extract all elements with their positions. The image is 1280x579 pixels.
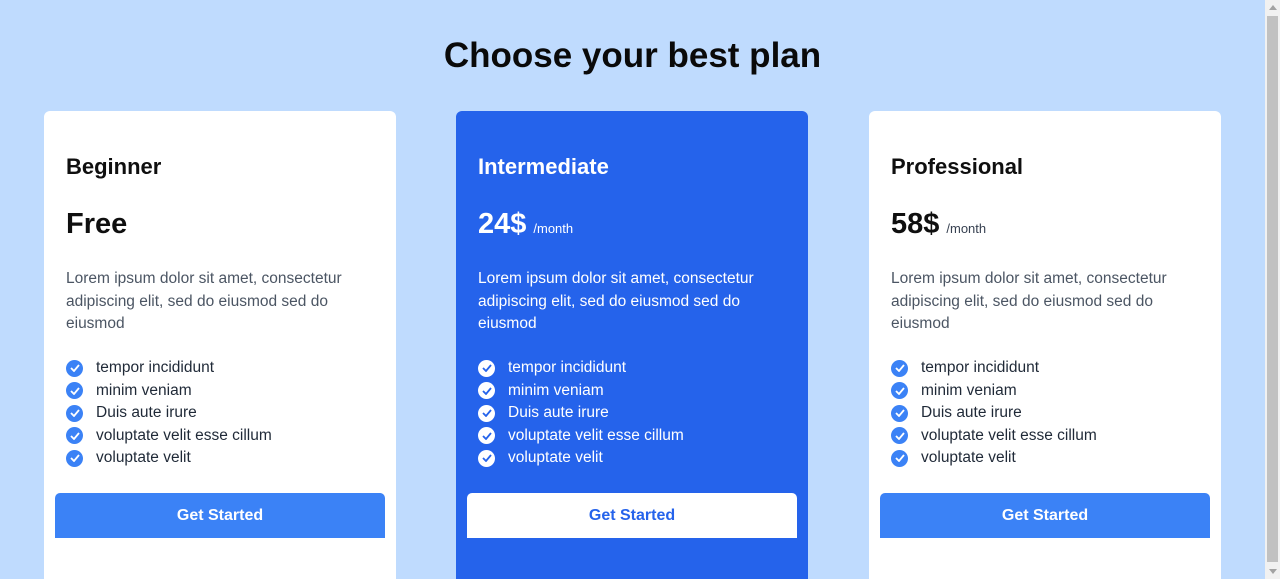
feature-list: tempor incididunt minim veniam Duis aute… — [478, 357, 684, 470]
check-circle-icon — [66, 449, 83, 467]
check-circle-icon — [66, 404, 83, 422]
check-circle-icon — [478, 427, 495, 445]
feature-label: voluptate velit esse cillum — [921, 426, 1097, 444]
feature-label: minim veniam — [921, 381, 1017, 399]
feature-item: tempor incididunt — [891, 357, 1097, 380]
price-row: 24$ /month — [478, 206, 573, 242]
plan-period: /month — [946, 221, 987, 236]
feature-label: voluptate velit — [921, 449, 1016, 467]
plan-price: 24$ — [478, 208, 527, 240]
check-circle-icon — [891, 404, 908, 422]
feature-item: tempor incididunt — [478, 357, 684, 380]
feature-item: Duis aute irure — [478, 402, 684, 425]
check-circle-icon — [891, 427, 908, 445]
plan-name: Beginner — [66, 154, 162, 179]
feature-item: minim veniam — [478, 380, 684, 403]
check-circle-icon — [478, 382, 495, 400]
get-started-button[interactable]: Get Started — [880, 493, 1210, 538]
plan-period: /month — [533, 221, 574, 236]
page-title: Choose your best plan — [443, 36, 822, 75]
check-circle-icon — [66, 382, 83, 400]
scrollbar-thumb[interactable] — [1267, 16, 1278, 562]
feature-label: voluptate velit esse cillum — [508, 426, 684, 444]
check-circle-icon — [66, 427, 83, 445]
check-circle-icon — [891, 382, 908, 400]
plan-description: Lorem ipsum dolor sit amet, consectetur … — [66, 270, 342, 332]
plan-card-professional: Professional 58$ /month Lorem ipsum dolo… — [869, 111, 1221, 579]
check-circle-icon — [478, 359, 495, 377]
plan-name: Professional — [891, 154, 1024, 179]
feature-item: voluptate velit — [478, 447, 684, 470]
feature-item: voluptate velit — [891, 447, 1097, 470]
feature-label: Duis aute irure — [96, 404, 197, 422]
feature-item: Duis aute irure — [66, 402, 272, 425]
vertical-scrollbar[interactable] — [1265, 0, 1280, 579]
get-started-button[interactable]: Get Started — [467, 493, 797, 538]
feature-item: voluptate velit esse cillum — [478, 425, 684, 448]
price-row: 58$ /month — [891, 206, 986, 242]
plan-description: Lorem ipsum dolor sit amet, consectetur … — [478, 270, 754, 332]
check-circle-icon — [891, 449, 908, 467]
check-circle-icon — [478, 449, 495, 467]
chevron-down-icon[interactable] — [1265, 564, 1280, 579]
feature-item: minim veniam — [66, 380, 272, 403]
feature-label: voluptate velit — [508, 449, 603, 467]
plan-price: Free — [66, 208, 128, 240]
plan-card-intermediate: Intermediate 24$ /month Lorem ipsum dolo… — [456, 111, 808, 579]
price-row: Free — [66, 206, 134, 242]
feature-label: Duis aute irure — [508, 404, 609, 422]
feature-list: tempor incididunt minim veniam Duis aute… — [891, 357, 1097, 470]
feature-label: Duis aute irure — [921, 404, 1022, 422]
pricing-page: Choose your best plan Beginner Free Lore… — [0, 0, 1265, 579]
feature-label: minim veniam — [96, 381, 192, 399]
plan-description: Lorem ipsum dolor sit amet, consectetur … — [891, 270, 1167, 332]
feature-item: voluptate velit esse cillum — [891, 425, 1097, 448]
feature-item: voluptate velit esse cillum — [66, 425, 272, 448]
feature-label: tempor incididunt — [508, 359, 627, 377]
feature-item: minim veniam — [891, 380, 1097, 403]
feature-label: voluptate velit esse cillum — [96, 426, 272, 444]
feature-list: tempor incididunt minim veniam Duis aute… — [66, 357, 272, 470]
feature-label: tempor incididunt — [921, 359, 1040, 377]
check-circle-icon — [891, 359, 908, 377]
chevron-up-icon[interactable] — [1265, 0, 1280, 15]
feature-label: tempor incididunt — [96, 359, 215, 377]
feature-item: Duis aute irure — [891, 402, 1097, 425]
feature-item: tempor incididunt — [66, 357, 272, 380]
check-circle-icon — [66, 359, 83, 377]
plan-price: 58$ — [891, 208, 940, 240]
feature-item: voluptate velit — [66, 447, 272, 470]
feature-label: minim veniam — [508, 381, 604, 399]
plan-card-beginner: Beginner Free Lorem ipsum dolor sit amet… — [44, 111, 396, 579]
check-circle-icon — [478, 404, 495, 422]
feature-label: voluptate velit — [96, 449, 191, 467]
plan-name: Intermediate — [478, 154, 609, 179]
get-started-button[interactable]: Get Started — [55, 493, 385, 538]
